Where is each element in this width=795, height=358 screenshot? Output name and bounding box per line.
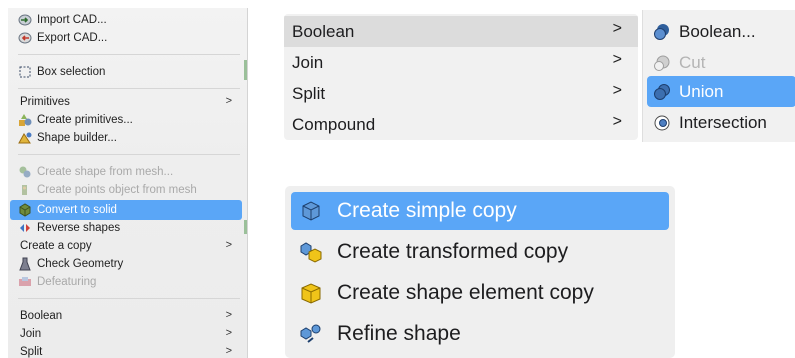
menu-item-join[interactable]: Join > [284, 47, 638, 78]
menu-item-reverse-shapes[interactable]: Reverse shapes [8, 218, 244, 238]
boolean-join-split-menu: Boolean > Join > Split > Compound > [284, 14, 638, 140]
menu-item-shape-builder[interactable]: Shape builder... [8, 128, 244, 148]
menu-item-split[interactable]: Split > [8, 342, 244, 358]
menu-item-boolean[interactable]: Boolean > [8, 306, 244, 326]
convert-to-solid-icon [18, 203, 32, 217]
menu-item-boolean[interactable]: Boolean > [284, 16, 638, 47]
menu-separator [18, 298, 240, 299]
shape-builder-icon [18, 131, 32, 145]
import-cad-icon [18, 13, 32, 27]
menu-item-boolean-dialog[interactable]: Boolean... [647, 16, 795, 47]
element-copy-icon [299, 281, 323, 305]
menu-item-create-shape-element-copy[interactable]: Create shape element copy [291, 274, 669, 312]
intersection-icon [653, 114, 671, 132]
submenu-arrow-icon: > [612, 113, 622, 130]
submenu-arrow-icon: > [225, 345, 232, 357]
menu-item-join[interactable]: Join > [8, 324, 244, 344]
menu-item-export-cad[interactable]: Export CAD... [8, 28, 244, 48]
menu-item-defeaturing[interactable]: Defeaturing [8, 272, 244, 292]
box-selection-icon [18, 65, 32, 79]
menu-item-split[interactable]: Split > [284, 78, 638, 109]
export-cad-icon [18, 31, 32, 45]
menu-item-intersection[interactable]: Intersection [647, 107, 795, 138]
submenu-arrow-icon: > [612, 82, 622, 99]
check-geometry-icon [18, 257, 32, 271]
refine-shape-icon [299, 322, 323, 346]
menu-item-points-from-mesh[interactable]: Create points object from mesh [8, 180, 244, 200]
submenu-arrow-icon: > [612, 51, 622, 68]
menu-item-compound[interactable]: Compound > [284, 109, 638, 140]
create-primitives-icon [18, 113, 32, 127]
menu-item-primitives[interactable]: Primitives > [8, 92, 244, 112]
submenu-arrow-icon: > [612, 20, 622, 37]
menu-item-create-simple-copy[interactable]: Create simple copy [291, 192, 669, 230]
menu-item-refine-shape[interactable]: Refine shape [291, 315, 669, 353]
menu-item-create-primitives[interactable]: Create primitives... [8, 110, 244, 130]
menu-item-import-cad[interactable]: Import CAD... [8, 10, 244, 30]
submenu-arrow-icon: > [225, 309, 232, 321]
menu-item-shape-from-mesh[interactable]: Create shape from mesh... [8, 162, 244, 182]
menu-item-box-selection[interactable]: Box selection [8, 62, 244, 82]
boolean-icon [653, 23, 671, 41]
submenu-arrow-icon: > [225, 239, 232, 251]
menu-item-create-transformed-copy[interactable]: Create transformed copy [291, 233, 669, 271]
points-from-mesh-icon [18, 183, 32, 197]
menu-item-check-geometry[interactable]: Check Geometry [8, 254, 244, 274]
menu-separator [18, 88, 240, 89]
transformed-copy-icon [299, 240, 323, 264]
background-strip [244, 60, 247, 80]
menu-item-convert-to-solid[interactable]: Convert to solid [10, 200, 242, 220]
menu-separator [18, 54, 240, 55]
create-copy-submenu: Create simple copy Create transformed co… [285, 186, 675, 358]
submenu-arrow-icon: > [225, 95, 232, 107]
menu-item-union[interactable]: Union [647, 76, 795, 107]
boolean-submenu: Boolean... Cut Union Intersection [642, 10, 795, 142]
reverse-shapes-icon [18, 221, 32, 235]
simple-copy-icon [299, 199, 323, 223]
background-strip [244, 220, 247, 234]
union-icon [653, 83, 671, 101]
shape-from-mesh-icon [18, 165, 32, 179]
defeaturing-icon [18, 275, 32, 289]
submenu-arrow-icon: > [225, 327, 232, 339]
menu-item-create-a-copy[interactable]: Create a copy > [8, 236, 244, 256]
cut-icon [653, 54, 671, 72]
menu-separator [18, 154, 240, 155]
menu-item-cut[interactable]: Cut [647, 47, 795, 78]
part-context-menu: Import CAD... Export CAD... Box selectio… [8, 8, 248, 358]
